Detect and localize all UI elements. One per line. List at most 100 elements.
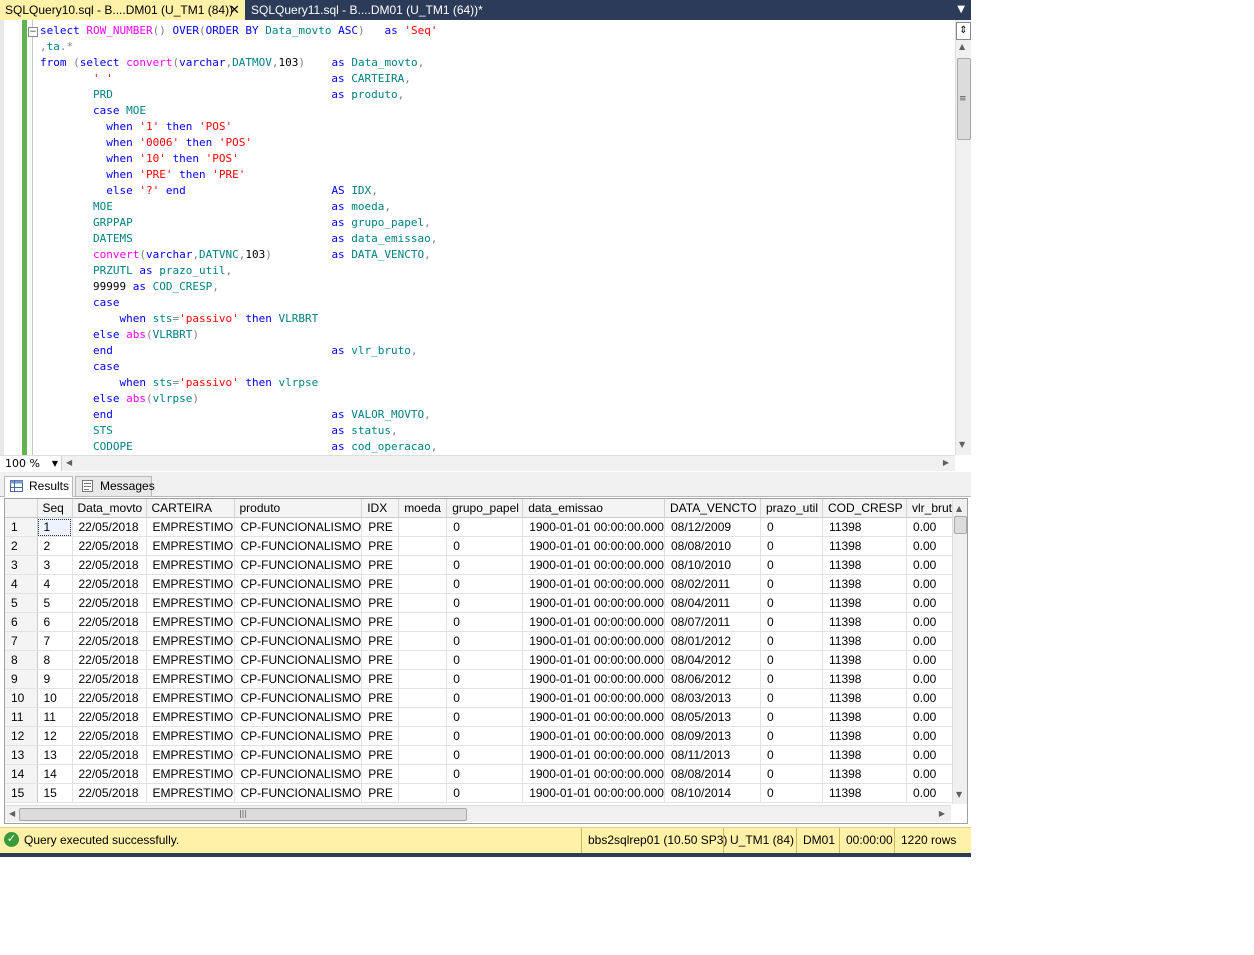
table-cell[interactable]: 11398: [822, 650, 907, 670]
code-line[interactable]: else '?' end AS IDX,: [40, 184, 378, 197]
table-cell[interactable]: 22/05/2018: [72, 593, 147, 613]
code-line[interactable]: PRD as produto,: [40, 88, 404, 101]
table-cell[interactable]: 08/07/2011: [664, 612, 761, 632]
table-cell[interactable]: 4: [37, 574, 73, 594]
table-row[interactable]: 12 12 22/05/2018 EMPRESTIMO CP-FUNCIONALISMO…: [5, 726, 963, 746]
table-cell[interactable]: 0: [446, 631, 524, 651]
table-cell[interactable]: 1900-01-01 00:00:00.000: [522, 688, 665, 708]
scroll-up-icon[interactable]: ▲: [956, 504, 962, 513]
table-cell[interactable]: 22/05/2018: [72, 707, 147, 727]
scroll-right-icon[interactable]: ▶: [943, 458, 949, 467]
table-row[interactable]: 14 14 22/05/2018 EMPRESTIMO CP-FUNCIONALISMO…: [5, 764, 963, 784]
table-cell[interactable]: 22/05/2018: [72, 669, 147, 689]
row-number-cell[interactable]: 3: [5, 555, 38, 575]
table-cell[interactable]: 0: [446, 517, 524, 537]
table-cell[interactable]: 22/05/2018: [72, 688, 147, 708]
table-cell[interactable]: CP-FUNCIONALISMO: [234, 726, 363, 746]
column-header[interactable]: DATA_VENCTO: [664, 499, 761, 518]
table-cell[interactable]: 22/05/2018: [72, 536, 147, 556]
table-row[interactable]: 7 7 22/05/2018 EMPRESTIMO CP-FUNCIONALISMO PR…: [5, 631, 963, 651]
table-cell[interactable]: CP-FUNCIONALISMO: [234, 745, 363, 765]
table-cell[interactable]: 0: [760, 783, 823, 803]
table-cell[interactable]: CP-FUNCIONALISMO: [234, 612, 363, 632]
table-cell[interactable]: EMPRESTIMO: [146, 574, 235, 594]
column-header[interactable]: IDX: [361, 499, 400, 518]
table-cell[interactable]: 9: [37, 669, 73, 689]
table-row[interactable]: 4 4 22/05/2018 EMPRESTIMO CP-FUNCIONALISMO PR…: [5, 574, 963, 594]
column-header[interactable]: moeda: [398, 499, 448, 518]
tab-sqlquery10[interactable]: SQLQuery10.sql - B....DM01 (U_TM1 (84)) …: [0, 0, 245, 20]
table-cell[interactable]: 1900-01-01 00:00:00.000: [522, 517, 665, 537]
results-grid[interactable]: Seq Data_movto CARTEIRA produto IDX moeda grup…: [4, 498, 968, 824]
table-cell[interactable]: PRE: [361, 783, 400, 803]
table-cell[interactable]: CP-FUNCIONALISMO: [234, 631, 363, 651]
table-cell[interactable]: EMPRESTIMO: [146, 726, 235, 746]
table-cell[interactable]: CP-FUNCIONALISMO: [234, 707, 363, 727]
table-cell[interactable]: PRE: [361, 707, 400, 727]
table-cell[interactable]: [398, 631, 448, 651]
table-cell[interactable]: 1900-01-01 00:00:00.000: [522, 783, 665, 803]
row-number-cell[interactable]: 13: [5, 745, 38, 765]
table-row[interactable]: 2 2 22/05/2018 EMPRESTIMO CP-FUNCIONALISMO PR…: [5, 536, 963, 556]
table-cell[interactable]: 22/05/2018: [72, 783, 147, 803]
table-cell[interactable]: PRE: [361, 536, 400, 556]
scroll-left-icon[interactable]: ◀: [9, 809, 15, 818]
table-cell[interactable]: 7: [37, 631, 73, 651]
table-row[interactable]: 1 1 22/05/2018 EMPRESTIMO CP-FUNCIONALISMO PR…: [5, 517, 963, 537]
table-cell[interactable]: CP-FUNCIONALISMO: [234, 555, 363, 575]
grid-horizontal-scrollbar[interactable]: ◀ ||| ▶: [5, 805, 951, 822]
code-line[interactable]: case MOE: [40, 104, 146, 117]
table-cell[interactable]: 12: [37, 726, 73, 746]
code-line[interactable]: when 'PRE' then 'PRE': [40, 168, 245, 181]
table-cell[interactable]: 0: [760, 631, 823, 651]
chevron-down-icon[interactable]: ▼: [52, 456, 58, 471]
row-number-cell[interactable]: 10: [5, 688, 38, 708]
row-number-cell[interactable]: 7: [5, 631, 38, 651]
table-cell[interactable]: CP-FUNCIONALISMO: [234, 517, 363, 537]
table-cell[interactable]: 11398: [822, 688, 907, 708]
grid-vertical-scrollbar[interactable]: ▲ ▼: [952, 500, 967, 804]
scroll-down-icon[interactable]: ▼: [956, 790, 962, 799]
table-cell[interactable]: 1900-01-01 00:00:00.000: [522, 612, 665, 632]
table-cell[interactable]: 08/03/2013: [664, 688, 761, 708]
table-cell[interactable]: 1900-01-01 00:00:00.000: [522, 669, 665, 689]
table-cell[interactable]: 08/08/2014: [664, 764, 761, 784]
table-cell[interactable]: PRE: [361, 745, 400, 765]
column-header[interactable]: CARTEIRA: [146, 499, 235, 518]
code-line[interactable]: when sts='passivo' then VLRBRT: [40, 312, 318, 325]
table-cell[interactable]: 2: [37, 536, 73, 556]
row-number-cell[interactable]: 4: [5, 574, 38, 594]
row-number-cell[interactable]: 12: [5, 726, 38, 746]
column-header[interactable]: data_emissao: [522, 499, 665, 518]
table-cell[interactable]: 11398: [822, 612, 907, 632]
table-cell[interactable]: 0: [760, 555, 823, 575]
editor-vertical-scrollbar[interactable]: ⇕ ▲ ≡ ▼: [955, 20, 971, 455]
table-cell[interactable]: 08/12/2009: [664, 517, 761, 537]
table-cell[interactable]: [398, 593, 448, 613]
table-cell[interactable]: CP-FUNCIONALISMO: [234, 669, 363, 689]
table-cell[interactable]: EMPRESTIMO: [146, 593, 235, 613]
table-cell[interactable]: 22/05/2018: [72, 745, 147, 765]
row-number-cell[interactable]: 8: [5, 650, 38, 670]
row-number-cell[interactable]: 15: [5, 783, 38, 803]
table-cell[interactable]: 22/05/2018: [72, 555, 147, 575]
table-cell[interactable]: 15: [37, 783, 73, 803]
table-row[interactable]: 5 5 22/05/2018 EMPRESTIMO CP-FUNCIONALISMO PR…: [5, 593, 963, 613]
table-cell[interactable]: 1900-01-01 00:00:00.000: [522, 764, 665, 784]
code-line[interactable]: end as vlr_bruto,: [40, 344, 418, 357]
table-cell[interactable]: 11398: [822, 707, 907, 727]
table-cell[interactable]: PRE: [361, 574, 400, 594]
table-cell[interactable]: 08/10/2014: [664, 783, 761, 803]
table-cell[interactable]: EMPRESTIMO: [146, 764, 235, 784]
column-header[interactable]: COD_CRESP: [822, 499, 907, 518]
table-row[interactable]: 9 9 22/05/2018 EMPRESTIMO CP-FUNCIONALISMO PR…: [5, 669, 963, 689]
table-cell[interactable]: CP-FUNCIONALISMO: [234, 764, 363, 784]
table-row[interactable]: 3 3 22/05/2018 EMPRESTIMO CP-FUNCIONALISMO PR…: [5, 555, 963, 575]
table-cell[interactable]: 0: [760, 745, 823, 765]
row-number-cell[interactable]: 11: [5, 707, 38, 727]
table-cell[interactable]: EMPRESTIMO: [146, 631, 235, 651]
table-cell[interactable]: [398, 669, 448, 689]
table-cell[interactable]: 0: [446, 783, 524, 803]
code-line[interactable]: convert(varchar,DATVNC,103) as DATA_VENC…: [40, 248, 431, 261]
table-cell[interactable]: EMPRESTIMO: [146, 517, 235, 537]
